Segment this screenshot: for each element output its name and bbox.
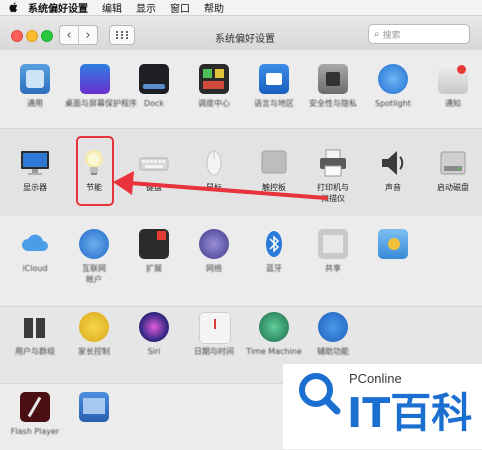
watermark-badge: PConline IT百科 — [283, 364, 482, 449]
watermark-brand-big: IT百科 — [347, 389, 473, 437]
watermark-brand-small: PConline — [349, 371, 402, 386]
magnifier-logo-icon — [299, 373, 341, 415]
